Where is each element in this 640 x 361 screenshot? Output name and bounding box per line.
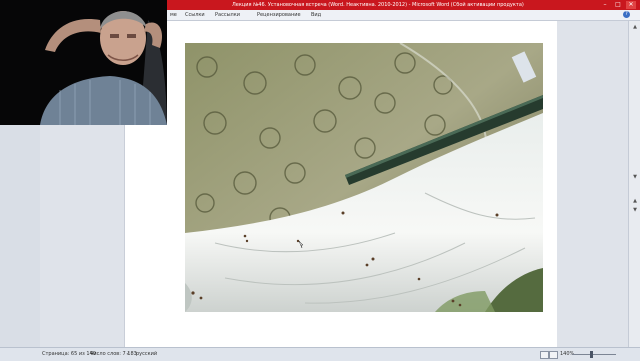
tab-review[interactable]: Рецензирование <box>257 10 301 20</box>
help-icon[interactable]: ? <box>623 11 630 18</box>
maximize-button[interactable]: □ <box>613 1 623 9</box>
webcam-overlay <box>0 0 167 125</box>
presenter-video <box>0 0 167 125</box>
language-indicator[interactable]: русский <box>136 348 157 361</box>
window-title: Лекция №46. Установочная встреча (Word. … <box>232 2 524 8</box>
spellcheck-icon[interactable]: ✓ <box>126 348 130 361</box>
page-up-icon[interactable]: ▲ <box>631 197 639 205</box>
zoom-slider-knob[interactable] <box>590 351 593 358</box>
print-layout-view-button[interactable] <box>540 351 549 359</box>
close-button[interactable]: ✕ <box>626 1 636 9</box>
tab-references[interactable]: Ссылки <box>185 10 205 20</box>
zoom-slider[interactable] <box>572 354 616 355</box>
page-count[interactable]: Страница: 65 из 140 <box>42 348 96 361</box>
scroll-up-icon[interactable]: ▲ <box>631 23 639 31</box>
photo-illustration <box>185 43 543 312</box>
scroll-down-icon[interactable]: ▼ <box>631 173 639 181</box>
tab-view[interactable]: Вид <box>311 10 321 20</box>
full-screen-view-button[interactable] <box>549 351 558 359</box>
tab-home[interactable]: ме <box>170 10 177 20</box>
status-bar: Страница: 65 из 140 Число слов: 7 183 ✓ … <box>0 347 640 361</box>
tab-mailings[interactable]: Рассылки <box>215 10 240 20</box>
page-down-icon[interactable]: ▼ <box>631 206 639 214</box>
vertical-scrollbar[interactable]: ▲ ▼ ▲ ▼ <box>628 21 640 347</box>
window-controls: – □ ✕ <box>600 1 636 9</box>
minimize-button[interactable]: – <box>600 1 610 9</box>
right-margin-area <box>557 21 628 347</box>
document-photo <box>185 43 543 312</box>
